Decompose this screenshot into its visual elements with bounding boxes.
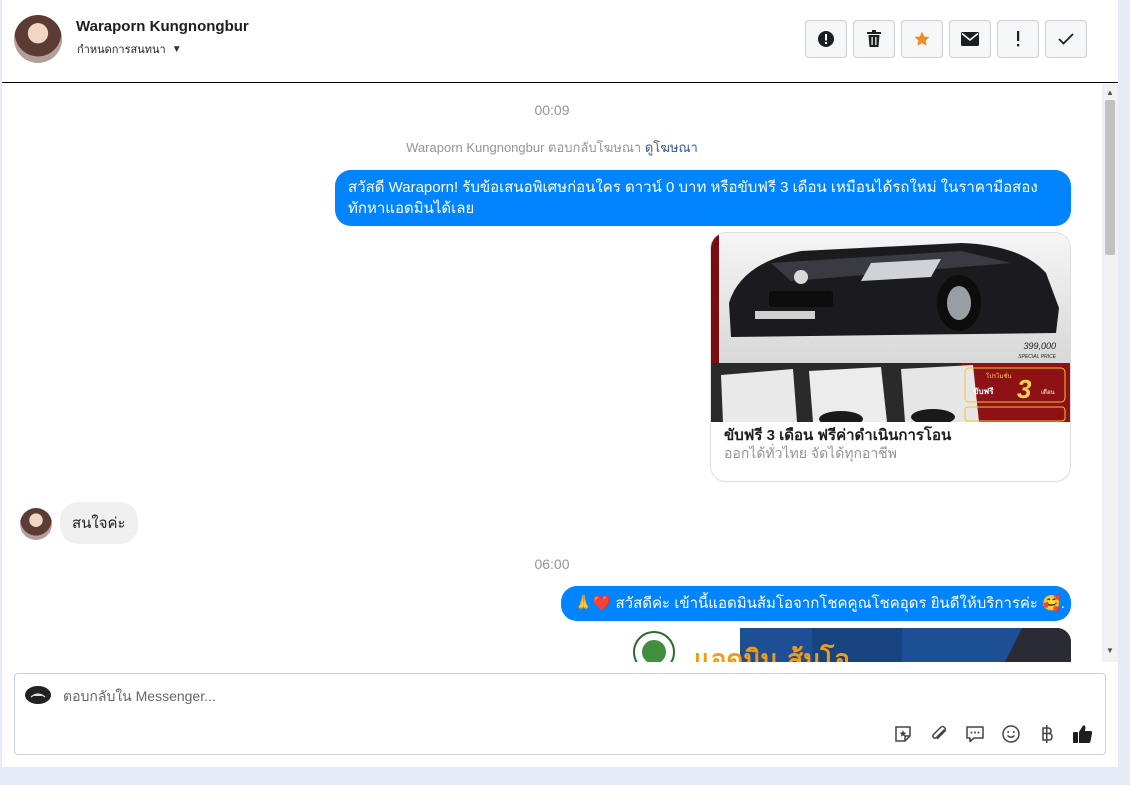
message-text-line: ทักหาแอดมินได้เลย: [348, 200, 475, 217]
composer-actions: [891, 722, 1095, 746]
timestamp: 06:00: [534, 556, 570, 572]
preview-text: แอดมิน ส้มโอ: [694, 643, 850, 662]
reply-input[interactable]: [63, 684, 863, 708]
outgoing-message[interactable]: สวัสดี Waraporn! รับข้อเสนอพิเศษก่อนใคร …: [335, 170, 1071, 226]
incoming-message[interactable]: สนใจค่ะ: [60, 502, 138, 544]
ad-price: 399,000: [1023, 341, 1056, 351]
thumbs-up-icon: [1073, 725, 1093, 743]
ad-price-caption: SPECIAL PRICE: [1018, 354, 1056, 360]
message-composer: [14, 673, 1106, 755]
baht-icon: [1042, 725, 1053, 743]
ad-reply-text: Waraporn Kungnongbur ตอบกลับโฆษณา: [406, 140, 642, 155]
delete-button[interactable]: [853, 20, 895, 58]
view-ad-link[interactable]: ดูโฆษณา: [645, 140, 698, 155]
sticker-button[interactable]: [891, 722, 915, 746]
mark-unread-button[interactable]: [949, 20, 991, 58]
conversation-panel: Waraporn Kungnongbur กำหนดการสนทนา ▼ 00:…: [2, 0, 1118, 767]
assign-label: กำหนดการสนทนา: [77, 44, 166, 56]
scroll-up-arrow-icon[interactable]: ▲: [1106, 88, 1114, 97]
mark-spam-button[interactable]: [805, 20, 847, 58]
scrollbar-thumb[interactable]: [1105, 100, 1115, 255]
alert-circle-icon: [818, 31, 834, 47]
message-text-line: สวัสดี Waraporn! รับข้อเสนอพิเศษก่อนใคร …: [348, 179, 1038, 196]
promo-prefix: ขับฟรี: [973, 386, 994, 396]
send-like-button[interactable]: [1071, 722, 1095, 746]
star-button[interactable]: [901, 20, 943, 58]
promo-number: 3: [1017, 374, 1032, 404]
payment-button[interactable]: [1035, 722, 1059, 746]
page-logo-icon: [25, 686, 51, 704]
exclamation-icon: [1017, 31, 1020, 47]
caret-down-icon: ▼: [171, 43, 182, 55]
trash-icon: [867, 30, 881, 47]
ad-subtitle: ออกได้ทั่วไทย จัดได้ทุกอาชีพ: [724, 445, 898, 461]
contact-avatar-small: [20, 508, 52, 540]
contact-name[interactable]: Waraporn Kungnongbur: [76, 18, 249, 35]
image-attachment[interactable]: แอดมิน ส้มโอ: [622, 628, 1071, 662]
thread-scrollbar[interactable]: ▲ ▼: [1102, 84, 1118, 662]
conversation-header: Waraporn Kungnongbur กำหนดการสนทนา ▼: [2, 0, 1118, 83]
attachment-icon: [932, 725, 947, 740]
message-thread[interactable]: 00:09 Waraporn Kungnongbur ตอบกลับโฆษณา …: [2, 84, 1102, 662]
saved-reply-icon: [966, 726, 984, 743]
timestamp: 00:09: [534, 102, 570, 118]
ad-card[interactable]: 399,000 SPECIAL PRICE โปรโมชั่น ขับฟรี 3…: [710, 232, 1071, 482]
ad-reply-note: Waraporn Kungnongbur ตอบกลับโฆษณา ดูโฆษณ…: [2, 137, 1102, 158]
assign-conversation-dropdown[interactable]: กำหนดการสนทนา ▼: [77, 40, 182, 58]
conversation-toolbar: [805, 20, 1087, 58]
promo-top: โปรโมชั่น: [986, 372, 1012, 380]
attach-file-button[interactable]: [927, 722, 951, 746]
outgoing-message[interactable]: 🙏❤️ สวัสดีค่ะ เข้านี้แอดมินส้มโอจากโชคคู…: [561, 586, 1071, 621]
follow-up-button[interactable]: [997, 20, 1039, 58]
scroll-down-arrow-icon[interactable]: ▼: [1106, 646, 1114, 655]
check-icon: [1058, 33, 1074, 45]
sticker-icon: [895, 726, 911, 742]
mail-icon: [961, 32, 979, 46]
contact-avatar[interactable]: [14, 15, 62, 63]
star-icon: [914, 31, 930, 46]
emoji-icon: [1002, 725, 1020, 743]
emoji-button[interactable]: [999, 722, 1023, 746]
saved-replies-button[interactable]: [963, 722, 987, 746]
mark-done-button[interactable]: [1045, 20, 1087, 58]
ad-image: 399,000 SPECIAL PRICE โปรโมชั่น ขับฟรี 3…: [711, 233, 1070, 422]
promo-unit: เดือน: [1041, 388, 1055, 396]
